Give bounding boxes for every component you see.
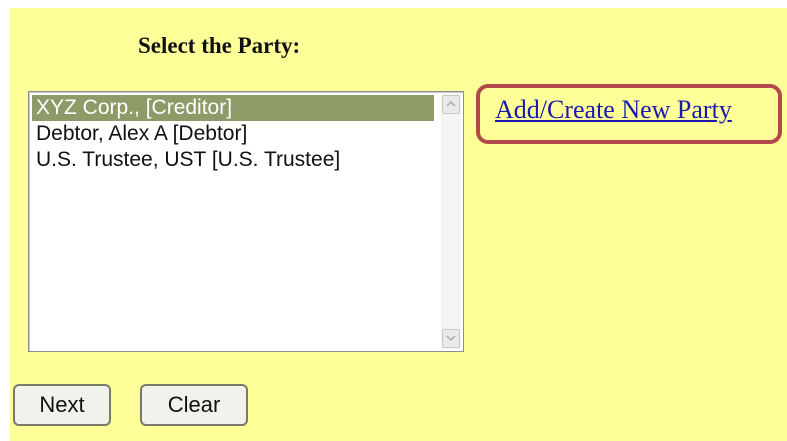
list-item[interactable]: Debtor, Alex A [Debtor] (32, 121, 437, 147)
clear-button[interactable]: Clear (140, 384, 248, 426)
scroll-up-button[interactable] (442, 95, 460, 114)
list-item[interactable]: XYZ Corp., [Creditor] (32, 95, 434, 121)
page-title: Select the Party: (138, 33, 301, 58)
party-listbox[interactable]: XYZ Corp., [Creditor] Debtor, Alex A [De… (28, 91, 464, 352)
add-create-party-link[interactable]: Add/Create New Party (495, 95, 732, 125)
list-item[interactable]: U.S. Trustee, UST [U.S. Trustee] (32, 147, 437, 173)
chevron-up-icon (446, 100, 456, 107)
next-button[interactable]: Next (13, 384, 111, 426)
chevron-down-icon (446, 335, 456, 342)
party-list-items: XYZ Corp., [Creditor] Debtor, Alex A [De… (32, 95, 437, 348)
scroll-down-button[interactable] (442, 329, 460, 348)
listbox-scrollbar[interactable] (441, 94, 461, 349)
